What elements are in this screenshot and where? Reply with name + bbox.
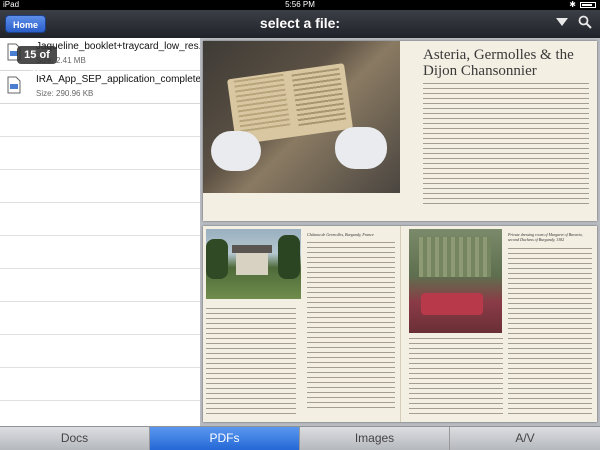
page-title: select a file:	[259, 15, 341, 31]
empty-row	[0, 302, 200, 335]
column-text	[307, 242, 395, 412]
article-title: Asteria, Germolles & the Dijon Chansonni…	[423, 47, 574, 79]
toolbar: Home select a file:	[0, 10, 600, 39]
pdf-page-bottom: Château de Germolles, Burgundy, France P…	[203, 226, 597, 422]
file-list: Jaqueline_booklet+traycard_low_res.pd Si…	[0, 38, 200, 426]
empty-row	[0, 104, 200, 137]
empty-row	[0, 335, 200, 368]
battery-icon	[580, 2, 596, 8]
pdf-file-icon	[7, 76, 21, 94]
page-gutter	[400, 226, 401, 422]
empty-row	[0, 203, 200, 236]
empty-row	[0, 269, 200, 302]
tab-docs[interactable]: Docs	[0, 427, 150, 450]
right-caption: Private dressing room of Margaret of Bav…	[508, 232, 583, 242]
pdf-page-top: Asteria, Germolles & the Dijon Chansonni…	[203, 41, 597, 221]
column-text	[409, 338, 503, 414]
tab-bar: Docs PDFs Images A/V	[0, 426, 600, 450]
page-indicator: 15 of 16	[17, 46, 57, 79]
column-text	[508, 248, 592, 414]
file-size: Size: 290.96 KB	[36, 89, 94, 98]
empty-row	[0, 137, 200, 170]
left-caption: Château de Germolles, Burgundy, France	[307, 232, 374, 237]
column-text	[206, 308, 296, 418]
search-icon[interactable]	[578, 15, 592, 29]
manuscript-photo	[203, 41, 400, 193]
empty-row	[0, 368, 200, 401]
dropdown-icon[interactable]	[555, 17, 569, 27]
status-bar: iPad 5:56 PM ✱	[0, 0, 600, 10]
tab-images[interactable]: Images	[300, 427, 450, 450]
empty-row	[0, 236, 200, 269]
dressing-room-photo	[409, 229, 502, 333]
article-body-text	[423, 83, 589, 208]
file-name: Jaqueline_booklet+traycard_low_res.pd	[36, 41, 200, 52]
chateau-photo	[206, 229, 301, 299]
file-name: IRA_App_SEP_application_completed.p	[36, 74, 200, 85]
clock: 5:56 PM	[285, 0, 315, 9]
empty-row	[0, 401, 200, 426]
tab-av[interactable]: A/V	[450, 427, 600, 450]
bluetooth-icon: ✱	[569, 0, 576, 9]
empty-row	[0, 170, 200, 203]
pdf-viewer[interactable]: Asteria, Germolles & the Dijon Chansonni…	[200, 38, 600, 426]
tab-pdfs[interactable]: PDFs	[150, 427, 300, 450]
